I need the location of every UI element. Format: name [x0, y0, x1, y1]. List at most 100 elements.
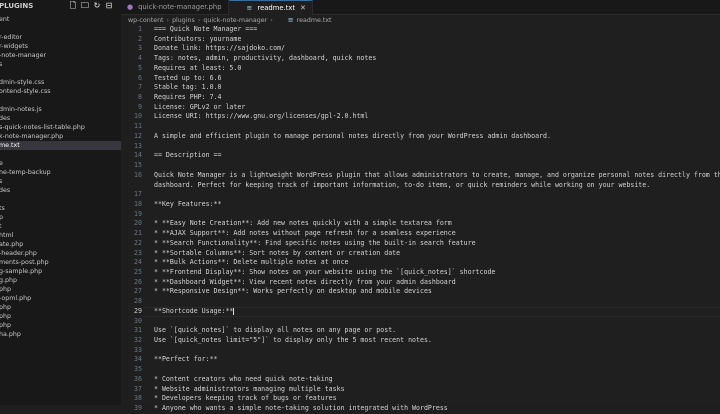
code-line[interactable]: 14 == Description ==: [121, 151, 720, 161]
code-line[interactable]: 16 Quick Note Manager is a lightweight Wo…: [121, 171, 720, 181]
file-tree-item[interactable]: [0, 96, 121, 105]
code-line[interactable]: 6 Tested up to: 6.6: [121, 74, 720, 84]
file-tree-item[interactable]: r-widgets: [0, 42, 121, 51]
line-text: Tested up to: 6.6: [154, 73, 222, 82]
file-tree-item[interactable]: s: [0, 60, 121, 69]
file-tree-item[interactable]: [0, 150, 121, 159]
code-line[interactable]: 35: [121, 365, 720, 375]
file-tree-item[interactable]: [0, 24, 121, 33]
code-line[interactable]: 27 * **Responsive Design**: Works perfect…: [121, 287, 720, 297]
code-line[interactable]: 12 A simple and efficient plugin to manag…: [121, 132, 720, 142]
file-tree-item[interactable]: dmin-notes.js: [0, 105, 121, 114]
line-text: **Shortcode Usage:**: [154, 306, 235, 315]
code-line[interactable]: 7 Stable tag: 1.0.0: [121, 83, 720, 93]
file-tree-item[interactable]: -header.php: [0, 249, 121, 258]
code-line[interactable]: 31 Use `[quick_notes]` to display all not…: [121, 326, 720, 336]
file-tree-item[interactable]: ts: [0, 204, 121, 213]
code-line[interactable]: 24 * **Bulk Actions**: Delete multiple no…: [121, 258, 720, 268]
file-tree-item[interactable]: ne-temp-backup: [0, 168, 121, 177]
file-tree-item[interactable]: p: [0, 213, 121, 222]
new-file-icon[interactable]: 🗋: [69, 2, 77, 10]
line-number: 7: [138, 83, 142, 92]
code-line[interactable]: 21 * **AJAX Support**: Add notes without …: [121, 229, 720, 239]
file-tree-item[interactable]: php: [0, 303, 121, 312]
file-tree-item[interactable]: [0, 69, 121, 78]
line-number: 21: [134, 229, 142, 238]
code-line[interactable]: 19: [121, 210, 720, 220]
code-line[interactable]: 17: [121, 190, 720, 200]
code-line[interactable]: 37 * Website administrators managing mult…: [121, 385, 720, 395]
close-icon[interactable]: ✕: [300, 1, 306, 15]
code-line[interactable]: 9 License: GPLv2 or later: [121, 103, 720, 113]
file-tree-item[interactable]: ent: [0, 15, 121, 24]
line-number: 13: [134, 141, 142, 150]
line-text: [142, 142, 154, 152]
code-line[interactable]: 34 **Perfect for:**: [121, 355, 720, 365]
code-line[interactable]: 36 * Content creators who need quick note…: [121, 375, 720, 385]
new-folder-icon[interactable]: 🗀: [81, 2, 89, 10]
explorer-actions: 🗋 🗀 ↻ ⊟: [69, 2, 113, 10]
line-text: * Anyone who wants a simple note-taking …: [154, 404, 448, 413]
file-tree-item[interactable]: g.php: [0, 276, 121, 285]
file-tree-item[interactable]: e: [0, 159, 121, 168]
code-line[interactable]: 18 **Key Features:**: [121, 200, 720, 210]
code-line[interactable]: 30: [121, 317, 720, 327]
code-line[interactable]: 20 * **Easy Note Creation**: Add new note…: [121, 219, 720, 229]
code-line[interactable]: 22 * **Search Functionality**: Find speci…: [121, 239, 720, 249]
code-line[interactable]: 8 Requires PHP: 7.4: [121, 93, 720, 103]
file-tree-item[interactable]: des: [0, 114, 121, 123]
file-tree-item[interactable]: r-editor: [0, 33, 121, 42]
line-text: * **AJAX Support**: Add notes without pa…: [154, 229, 456, 238]
line-text: * **Frontend Display**: Show notes on yo…: [154, 267, 496, 276]
code-line[interactable]: 15: [121, 161, 720, 171]
file-tree-item[interactable]: ate.php: [0, 240, 121, 249]
code-line[interactable]: 38 * Developers keeping track of bugs or …: [121, 394, 720, 404]
file-tree-item[interactable]: g-sample.php: [0, 267, 121, 276]
collapse-all-icon[interactable]: ⊟: [105, 2, 113, 10]
file-tree-item[interactable]: ha.php: [0, 330, 121, 339]
file-tree-item[interactable]: s: [0, 177, 121, 186]
code-line[interactable]: 33: [121, 346, 720, 356]
file-tree-item[interactable]: ontend-style.css: [0, 87, 121, 96]
tab-readme-txt[interactable]: ≡ readme.txt ✕: [228, 0, 313, 15]
line-number: 8: [138, 93, 142, 102]
file-tree-item[interactable]: [0, 195, 121, 204]
refresh-icon[interactable]: ↻: [93, 2, 101, 10]
file-tree-item[interactable]: k-note-manager.php: [0, 132, 121, 141]
line-number: 37: [134, 384, 142, 393]
code-line[interactable]: 10 License URI: https://www.gnu.org/licen…: [121, 112, 720, 122]
file-tree-item[interactable]: -opml.php: [0, 294, 121, 303]
file-tree-item[interactable]: php: [0, 312, 121, 321]
file-tree-item[interactable]: des: [0, 186, 121, 195]
code-line[interactable]: 11: [121, 122, 720, 132]
tab-quick-note-manager-php[interactable]: ● quick-note-manager.php: [121, 0, 229, 14]
line-number: 36: [134, 374, 142, 383]
file-tree-item[interactable]: html: [0, 231, 121, 240]
code-line[interactable]: 25 * **Frontend Display**: Show notes on …: [121, 268, 720, 278]
line-number: 17: [134, 190, 142, 199]
code-line[interactable]: dashboard. Perfect for keeping track of …: [121, 181, 720, 191]
line-number: 1: [138, 25, 142, 33]
file-tree-item[interactable]: php: [0, 285, 121, 294]
code-line[interactable]: 5 Requires at least: 5.0: [121, 64, 720, 74]
code-editor[interactable]: 1 === Quick Note Manager === 2 Contributors…: [121, 25, 720, 414]
code-line[interactable]: 39 * Anyone who wants a simple note-takin…: [121, 404, 720, 414]
file-tree-item[interactable]: s-quick-notes-list-table.php: [0, 123, 121, 132]
file-tree-item[interactable]: t: [0, 222, 121, 231]
file-tree-item[interactable]: ments-post.php: [0, 258, 121, 267]
code-line[interactable]: 4 Tags: notes, admin, productivity, dashb…: [121, 54, 720, 64]
file-tree-item[interactable]: dmin-style.css: [0, 78, 121, 87]
code-line[interactable]: 3 Donate link: https://sajdoko.com/: [121, 44, 720, 54]
file-tree-item[interactable]: me.txt: [0, 141, 121, 150]
code-line[interactable]: 13: [121, 142, 720, 152]
file-tree-item[interactable]: php: [0, 321, 121, 330]
code-line[interactable]: 29 **Shortcode Usage:**: [121, 306, 720, 317]
code-line[interactable]: 23 * **Sortable Columns**: Sort notes by …: [121, 249, 720, 259]
line-number: 19: [134, 209, 142, 218]
code-line[interactable]: 2 Contributors: yourname: [121, 35, 720, 45]
code-line[interactable]: 32 Use `[quick_notes limit="5"]` to displ…: [121, 336, 720, 346]
code-line[interactable]: 28: [121, 297, 720, 307]
code-line[interactable]: 1 === Quick Note Manager ===: [121, 25, 720, 35]
file-tree-item[interactable]: -note-manager: [0, 51, 121, 60]
code-line[interactable]: 26 * **Dashboard Widget**: View recent no…: [121, 278, 720, 288]
